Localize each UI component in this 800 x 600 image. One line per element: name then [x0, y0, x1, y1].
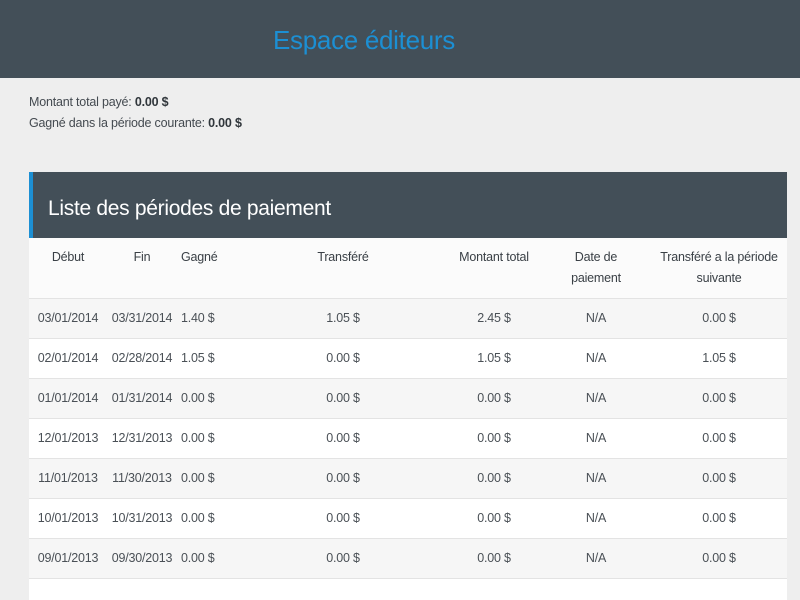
cell-gagne: 0.00 $ — [177, 378, 239, 419]
site-title[interactable]: Espace éditeurs — [0, 23, 728, 57]
cell-date-paiement: N/A — [541, 338, 651, 379]
table-row: 02/01/2014 02/28/2014 1.05 $ 0.00 $ 1.05… — [29, 338, 787, 379]
cell-transfere: 0.00 $ — [239, 338, 447, 379]
table-row: 10/01/2013 10/31/2013 0.00 $ 0.00 $ 0.00… — [29, 498, 787, 539]
cell-fin: 02/28/2014 — [107, 338, 177, 379]
cell-gagne: 0.00 $ — [177, 458, 239, 499]
cell-fin: 01/31/2014 — [107, 378, 177, 419]
cell-date-paiement: N/A — [541, 418, 651, 459]
total-paid-value: 0.00 $ — [134, 95, 169, 109]
cell-fin: 12/31/2013 — [107, 418, 177, 459]
cell-montant-total: 0.00 $ — [447, 378, 541, 419]
cell-date-paiement: N/A — [541, 298, 651, 339]
current-period-label: Gagné dans la période courante: — [29, 116, 205, 130]
payment-periods-table: Début Fin Gagné Transféré Montant total … — [29, 238, 787, 579]
cell-fin: 09/30/2013 — [107, 538, 177, 579]
payment-periods-panel: Liste des périodes de paiement Début Fin… — [29, 172, 787, 600]
column-header-date-paiement-line2: paiement — [571, 271, 621, 285]
cell-transfere: 0.00 $ — [239, 498, 447, 539]
cell-date-paiement: N/A — [541, 458, 651, 499]
current-period-line: Gagné dans la période courante: 0.00 $ — [29, 113, 242, 134]
total-paid-label: Montant total payé: — [29, 95, 132, 109]
cell-montant-total: 0.00 $ — [447, 418, 541, 459]
cell-transfere: 1.05 $ — [239, 298, 447, 339]
cell-transfere-suivante: 0.00 $ — [651, 458, 787, 499]
column-header-transfere-suivante[interactable]: Transféré a la période suivante — [651, 238, 787, 299]
cell-fin: 11/30/2013 — [107, 458, 177, 499]
panel-title: Liste des périodes de paiement — [48, 197, 331, 220]
column-header-montant-total[interactable]: Montant total — [447, 238, 541, 299]
column-header-transfere[interactable]: Transféré — [239, 238, 447, 299]
cell-transfere: 0.00 $ — [239, 378, 447, 419]
column-header-transfere-suivante-line1: Transféré a la période — [660, 250, 778, 264]
column-header-gagne[interactable]: Gagné — [177, 238, 239, 299]
cell-fin: 03/31/2014 — [107, 298, 177, 339]
table-row: 03/01/2014 03/31/2014 1.40 $ 1.05 $ 2.45… — [29, 298, 787, 339]
cell-transfere: 0.00 $ — [239, 418, 447, 459]
table-row: 09/01/2013 09/30/2013 0.00 $ 0.00 $ 0.00… — [29, 538, 787, 579]
cell-debut: 11/01/2013 — [29, 458, 107, 499]
cell-transfere-suivante: 1.05 $ — [651, 338, 787, 379]
cell-date-paiement: N/A — [541, 378, 651, 419]
top-header: Espace éditeurs — [0, 0, 800, 78]
current-period-value: 0.00 $ — [208, 116, 242, 130]
panel-header: Liste des périodes de paiement — [29, 172, 787, 238]
cell-montant-total: 1.05 $ — [447, 338, 541, 379]
column-header-date-paiement[interactable]: Date de paiement — [541, 238, 651, 299]
table-header-row: Début Fin Gagné Transféré Montant total … — [29, 238, 787, 299]
cell-montant-total: 0.00 $ — [447, 498, 541, 539]
total-paid-line: Montant total payé: 0.00 $ — [29, 92, 242, 113]
cell-gagne: 0.00 $ — [177, 538, 239, 579]
cell-fin: 10/31/2013 — [107, 498, 177, 539]
cell-date-paiement: N/A — [541, 538, 651, 579]
cell-date-paiement: N/A — [541, 498, 651, 539]
column-header-debut[interactable]: Début — [29, 238, 107, 299]
column-header-date-paiement-line1: Date de — [574, 250, 618, 264]
cell-montant-total: 2.45 $ — [447, 298, 541, 339]
cell-transfere-suivante: 0.00 $ — [651, 538, 787, 579]
cell-gagne: 0.00 $ — [177, 498, 239, 539]
cell-montant-total: 0.00 $ — [447, 458, 541, 499]
earnings-summary: Montant total payé: 0.00 $ Gagné dans la… — [29, 92, 242, 134]
cell-gagne: 0.00 $ — [177, 418, 239, 459]
cell-debut: 10/01/2013 — [29, 498, 107, 539]
table-row: 11/01/2013 11/30/2013 0.00 $ 0.00 $ 0.00… — [29, 458, 787, 499]
cell-gagne: 1.05 $ — [177, 338, 239, 379]
cell-debut: 09/01/2013 — [29, 538, 107, 579]
cell-debut: 12/01/2013 — [29, 418, 107, 459]
cell-gagne: 1.40 $ — [177, 298, 239, 339]
column-header-fin[interactable]: Fin — [107, 238, 177, 299]
cell-transfere-suivante: 0.00 $ — [651, 298, 787, 339]
table-row: 01/01/2014 01/31/2014 0.00 $ 0.00 $ 0.00… — [29, 378, 787, 419]
cell-transfere: 0.00 $ — [239, 538, 447, 579]
cell-transfere: 0.00 $ — [239, 458, 447, 499]
table-row: 12/01/2013 12/31/2013 0.00 $ 0.00 $ 0.00… — [29, 418, 787, 459]
cell-transfere-suivante: 0.00 $ — [651, 418, 787, 459]
cell-debut: 03/01/2014 — [29, 298, 107, 339]
cell-debut: 02/01/2014 — [29, 338, 107, 379]
cell-transfere-suivante: 0.00 $ — [651, 498, 787, 539]
cell-debut: 01/01/2014 — [29, 378, 107, 419]
cell-transfere-suivante: 0.00 $ — [651, 378, 787, 419]
cell-montant-total: 0.00 $ — [447, 538, 541, 579]
column-header-transfere-suivante-line2: suivante — [696, 271, 742, 285]
